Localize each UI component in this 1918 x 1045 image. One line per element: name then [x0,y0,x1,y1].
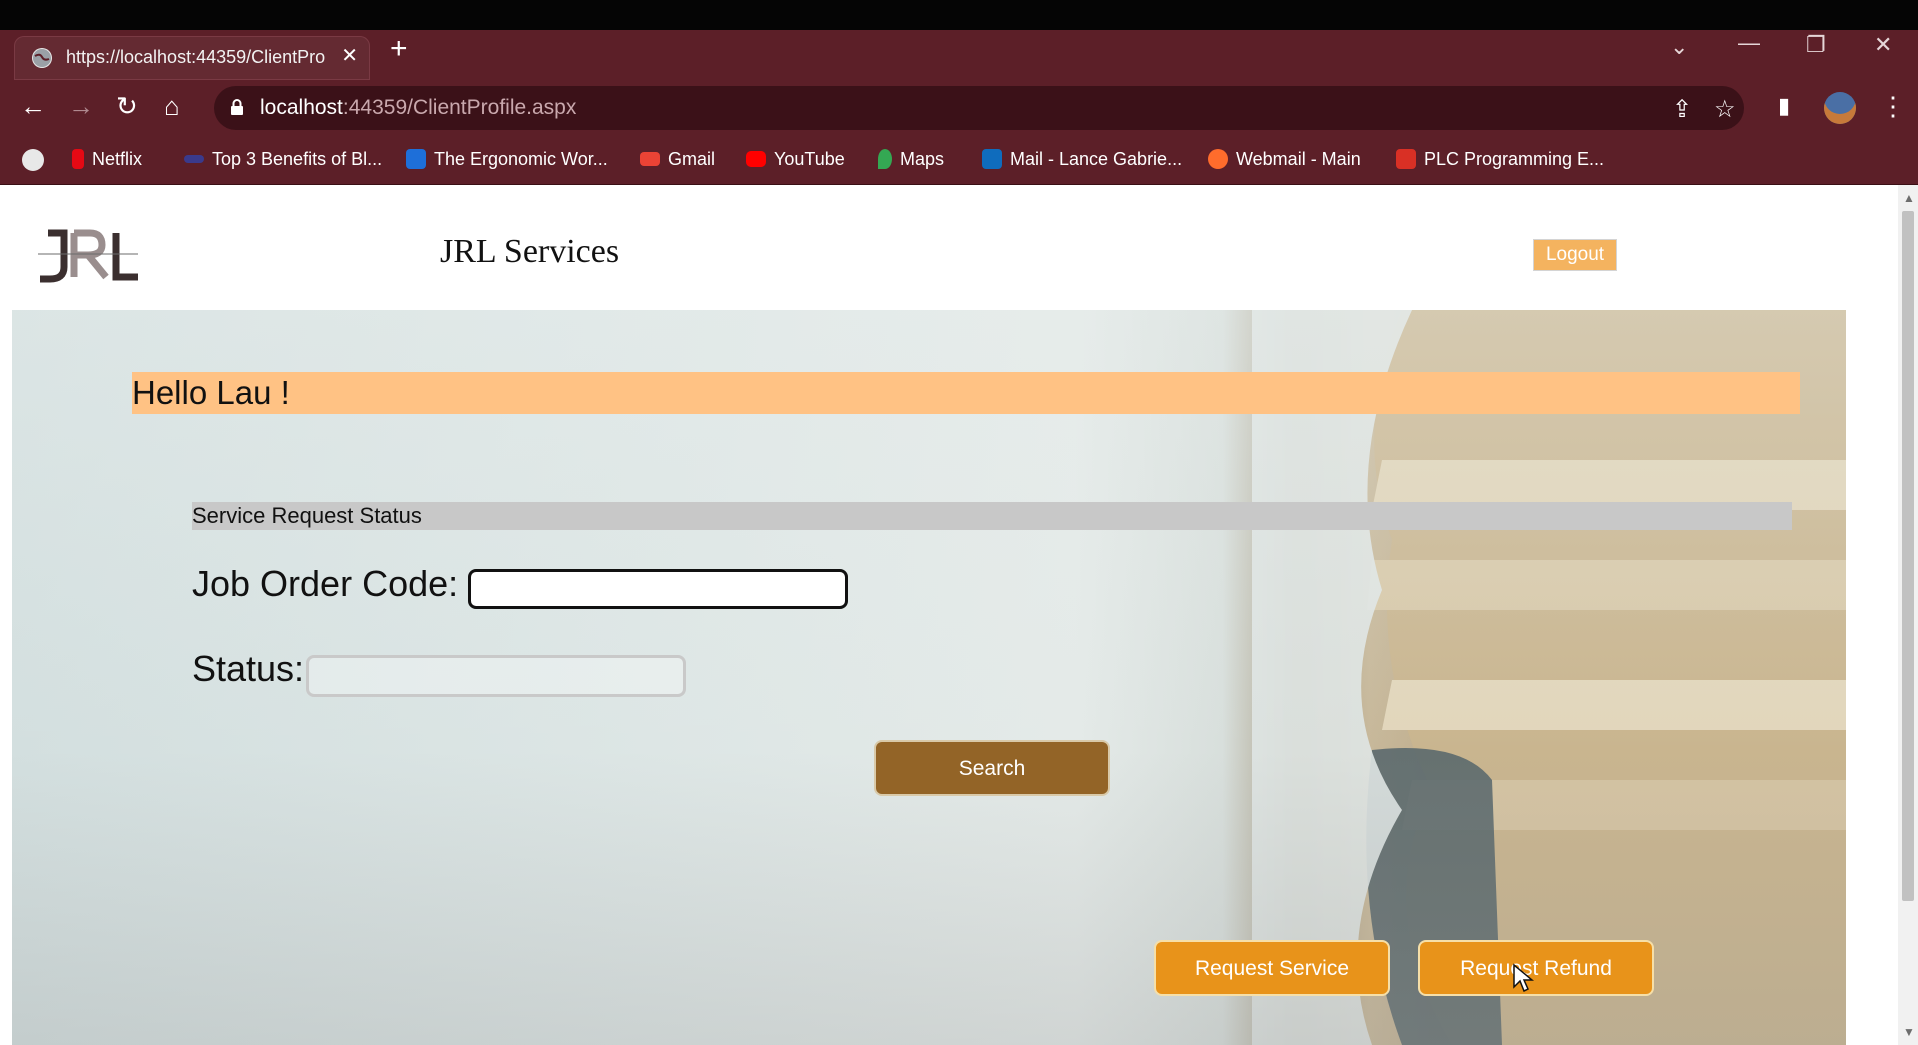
site-icon [184,155,204,163]
apps-icon[interactable] [22,149,44,171]
web-page: JRL Services Logout Hello Lau ! Service … [0,185,1898,1045]
minimize-icon[interactable]: — [1738,30,1760,56]
job-order-label: Job Order Code: [192,563,459,604]
lock-icon [231,99,243,115]
window-top-bar [0,0,1918,30]
bookmark-label: Gmail [668,148,716,169]
status-label: Status: [192,648,305,689]
url-text: localhost:44359/ClientProfile.aspx [260,96,576,120]
hero-section: Hello Lau ! Service Request Status Job O… [12,310,1846,1045]
bookmark-gmail[interactable]: Gmail [640,146,715,172]
forward-icon[interactable]: → [68,92,94,120]
bookmark-label: Netflix [92,148,143,169]
share-icon[interactable]: ⇪ [1672,95,1692,124]
bookmark-label: The Ergonomic Wor... [434,148,608,169]
browser-tab[interactable]: https://localhost:44359/ClientPro ✕ [14,36,370,80]
new-tab-icon[interactable]: + [390,34,408,64]
bookmarks-bar: Netflix Top 3 Benefits of Bl... The Ergo… [0,136,1918,185]
page-scrollbar[interactable]: ▲ ▼ [1898,185,1918,1045]
bookmark-star-icon[interactable]: ☆ [1714,95,1736,124]
browser-toolbar: ← → ↻ ⌂ localhost:44359/ClientProfile.as… [0,80,1918,136]
jrl-logo [38,229,138,283]
bookmark-youtube[interactable]: YouTube [746,146,845,172]
scrollbar-thumb[interactable] [1902,211,1914,901]
section-title: Service Request Status [192,502,1792,530]
side-panel-icon[interactable]: ▮ [1778,92,1790,120]
bookmark-label: YouTube [774,148,845,169]
netflix-icon [72,149,84,169]
tab-title: https://localhost:44359/ClientPro [66,47,326,67]
mouse-cursor-icon [1513,963,1534,993]
bookmark-label: Mail - Lance Gabrie... [1010,148,1183,169]
job-order-input[interactable] [468,569,848,609]
scroll-down-icon[interactable]: ▼ [1903,1025,1915,1039]
bookmark-label: Maps [900,148,945,169]
bookmark-label: PLC Programming E... [1424,148,1605,169]
outlook-icon [982,149,1002,169]
bookmark-netflix[interactable]: Netflix [72,146,142,172]
cpanel-icon [1208,149,1228,169]
greeting-banner: Hello Lau ! [132,372,1800,414]
address-bar[interactable]: localhost:44359/ClientProfile.aspx ⇪ ☆ [214,86,1744,130]
bookmark-label: Webmail - Main [1236,148,1361,169]
restore-icon[interactable]: ❐ [1806,32,1826,58]
close-tab-icon[interactable]: ✕ [341,46,358,66]
gmail-icon [640,152,660,166]
menu-icon[interactable]: ⋮ [1880,92,1906,120]
site-title: JRL Services [440,233,620,270]
bookmark-maps[interactable]: Maps [878,146,944,172]
pt-icon [406,149,426,169]
home-icon[interactable]: ⌂ [164,92,180,120]
plc-icon [1396,149,1416,169]
maps-icon [878,149,892,169]
search-button[interactable]: Search [874,740,1110,796]
request-service-button[interactable]: Request Service [1154,940,1390,996]
scroll-up-icon[interactable]: ▲ [1903,191,1915,205]
bookmark-plc[interactable]: PLC Programming E... [1396,146,1604,172]
bookmark-ergonomic[interactable]: The Ergonomic Wor... [406,146,608,172]
url-path: :44359/ClientProfile.aspx [342,96,577,119]
bookmark-webmail[interactable]: Webmail - Main [1208,146,1361,172]
bookmark-top3[interactable]: Top 3 Benefits of Bl... [184,146,382,172]
bookmark-label: Top 3 Benefits of Bl... [212,148,383,169]
globe-icon [32,48,52,68]
url-host: localhost [260,96,343,119]
status-field[interactable] [306,655,686,697]
logout-button[interactable]: Logout [1533,239,1617,271]
profile-avatar[interactable] [1824,92,1856,124]
bookmark-mail[interactable]: Mail - Lance Gabrie... [982,146,1182,172]
tab-strip: https://localhost:44359/ClientPro ✕ + ⌄ … [0,30,1918,80]
back-icon[interactable]: ← [20,92,46,120]
close-window-icon[interactable]: ✕ [1874,32,1892,58]
request-refund-button[interactable]: Request Refund [1418,940,1654,996]
youtube-icon [746,151,766,167]
tab-search-icon[interactable]: ⌄ [1670,34,1688,60]
reload-icon[interactable]: ↻ [116,92,138,120]
